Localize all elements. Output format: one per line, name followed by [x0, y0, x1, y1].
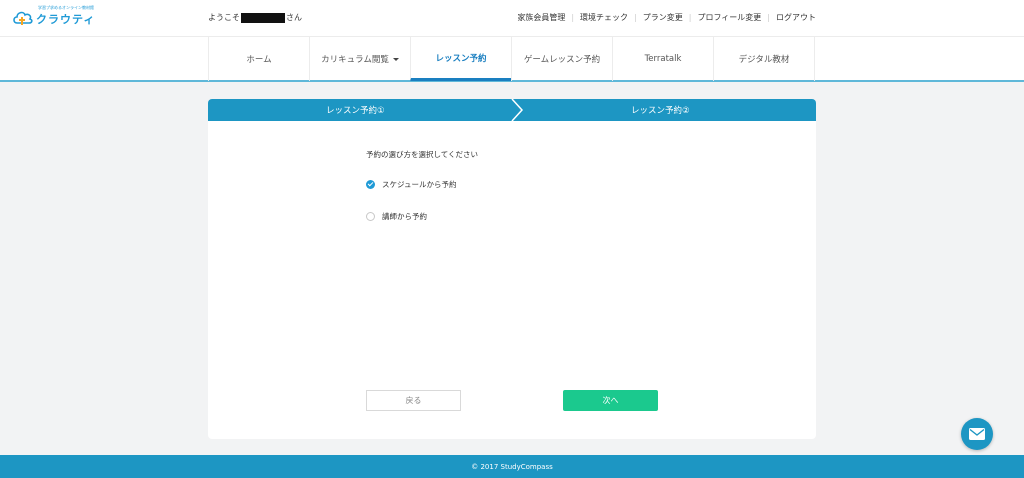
welcome-prefix: ようこそ — [208, 13, 240, 22]
option-teacher[interactable]: 講師から予約 — [366, 211, 427, 222]
mail-icon — [969, 428, 985, 440]
tab-game-lesson-booking[interactable]: ゲームレッスン予約 — [511, 37, 612, 81]
account-links: 家族会員管理 | 環境チェック | プラン変更 | プロフィール変更 | ログア… — [517, 12, 816, 23]
link-family-members[interactable]: 家族会員管理 — [517, 12, 565, 23]
tab-label: ゲームレッスン予約 — [523, 55, 601, 65]
link-environment-check[interactable]: 環境チェック — [580, 12, 628, 23]
step-indicator — [208, 99, 816, 121]
link-profile-change[interactable]: プロフィール変更 — [697, 12, 761, 23]
footer: © 2017 StudyCompass — [0, 455, 1024, 478]
radio-checked-icon[interactable] — [366, 180, 375, 189]
cloud-logo-icon — [13, 11, 33, 25]
divider: | — [767, 13, 770, 22]
option-label: 講師から予約 — [382, 212, 427, 221]
tab-lesson-booking[interactable]: レッスン予約 — [410, 37, 511, 81]
logo[interactable]: 学習プ求めるオンライン教材館 クラウティ — [12, 5, 96, 31]
tab-curriculum[interactable]: カリキュラム閲覧 — [309, 37, 410, 81]
caret-down-icon — [392, 57, 399, 61]
radio-unchecked-icon[interactable] — [366, 212, 375, 221]
tab-label: ホーム — [246, 55, 272, 65]
top-bar: 学習プ求めるオンライン教材館 クラウティ ようこそ さん 家族会員管理 | 環境… — [0, 0, 1024, 36]
welcome-message: ようこそ さん — [208, 12, 302, 23]
copyright: © 2017 StudyCompass — [471, 462, 553, 471]
back-button[interactable]: 戻る — [366, 390, 461, 411]
booking-card: レッスン予約① レッスン予約② 予約の選び方を選択してください スケジュールから… — [208, 99, 816, 439]
link-logout[interactable]: ログアウト — [776, 12, 816, 23]
tab-digital-materials[interactable]: デジタル教材 — [713, 37, 815, 81]
main-nav: ホーム カリキュラム閲覧 レッスン予約 ゲームレッスン予約 Terratalk … — [0, 36, 1024, 82]
option-schedule[interactable]: スケジュールから予約 — [366, 179, 456, 190]
redacted-username — [241, 12, 285, 23]
divider: | — [634, 13, 637, 22]
divider: | — [571, 13, 575, 22]
mail-button[interactable] — [961, 418, 993, 450]
step-1-label: レッスン予約① — [326, 106, 385, 116]
form-prompt: 予約の選び方を選択してください — [366, 150, 479, 159]
tab-label: カリキュラム閲覧 — [321, 55, 389, 65]
tab-terratalk[interactable]: Terratalk — [612, 37, 713, 81]
tab-label: レッスン予約 — [435, 53, 487, 64]
tab-label: Terratalk — [644, 54, 682, 64]
nav-tabs: ホーム カリキュラム閲覧 レッスン予約 ゲームレッスン予約 Terratalk … — [208, 37, 815, 81]
tab-label: デジタル教材 — [738, 55, 790, 65]
logo-name: クラウティ — [36, 13, 96, 26]
tab-home[interactable]: ホーム — [208, 37, 309, 81]
welcome-suffix: さん — [286, 13, 302, 22]
link-plan-change[interactable]: プラン変更 — [643, 12, 683, 23]
divider: | — [688, 13, 692, 22]
step-2-label: レッスン予約② — [631, 106, 690, 116]
option-label: スケジュールから予約 — [382, 180, 457, 189]
next-button[interactable]: 次へ — [563, 390, 658, 411]
